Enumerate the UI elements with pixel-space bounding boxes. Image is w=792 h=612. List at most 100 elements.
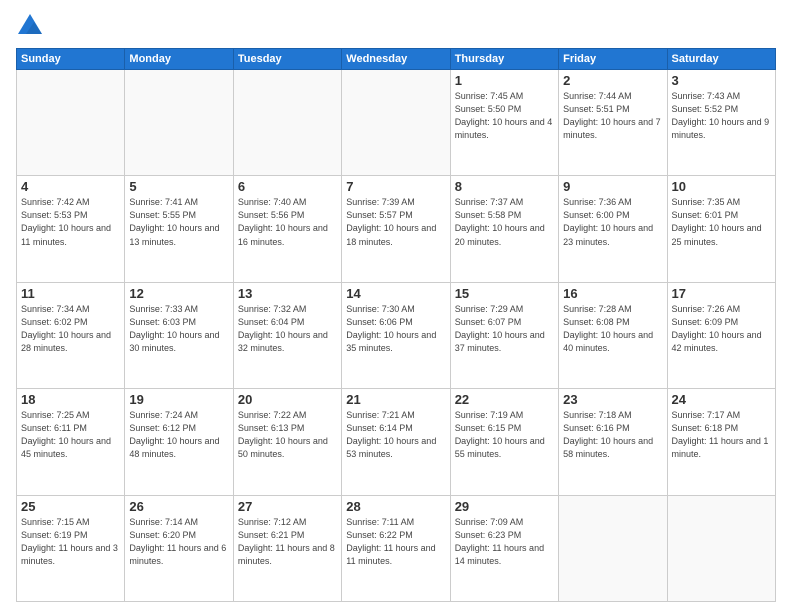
day-number: 19 bbox=[129, 392, 228, 407]
calendar-cell: 6 Sunrise: 7:40 AM Sunset: 5:56 PM Daylig… bbox=[233, 176, 341, 282]
day-info: Sunrise: 7:40 AM Sunset: 5:56 PM Dayligh… bbox=[238, 196, 337, 248]
day-number: 5 bbox=[129, 179, 228, 194]
weekday-header-wednesday: Wednesday bbox=[342, 49, 450, 70]
day-info: Sunrise: 7:22 AM Sunset: 6:13 PM Dayligh… bbox=[238, 409, 337, 461]
day-info: Sunrise: 7:32 AM Sunset: 6:04 PM Dayligh… bbox=[238, 303, 337, 355]
calendar-cell: 10 Sunrise: 7:35 AM Sunset: 6:01 PM Dayli… bbox=[667, 176, 775, 282]
day-number: 25 bbox=[21, 499, 120, 514]
calendar-cell: 11 Sunrise: 7:34 AM Sunset: 6:02 PM Dayli… bbox=[17, 282, 125, 388]
calendar-cell: 21 Sunrise: 7:21 AM Sunset: 6:14 PM Dayli… bbox=[342, 389, 450, 495]
page: SundayMondayTuesdayWednesdayThursdayFrid… bbox=[0, 0, 792, 612]
day-number: 9 bbox=[563, 179, 662, 194]
calendar-table: SundayMondayTuesdayWednesdayThursdayFrid… bbox=[16, 48, 776, 602]
day-number: 10 bbox=[672, 179, 771, 194]
day-info: Sunrise: 7:44 AM Sunset: 5:51 PM Dayligh… bbox=[563, 90, 662, 142]
calendar-week-4: 18 Sunrise: 7:25 AM Sunset: 6:11 PM Dayli… bbox=[17, 389, 776, 495]
calendar-cell: 2 Sunrise: 7:44 AM Sunset: 5:51 PM Daylig… bbox=[559, 70, 667, 176]
day-number: 1 bbox=[455, 73, 554, 88]
calendar-cell: 18 Sunrise: 7:25 AM Sunset: 6:11 PM Dayli… bbox=[17, 389, 125, 495]
weekday-header-sunday: Sunday bbox=[17, 49, 125, 70]
weekday-header-tuesday: Tuesday bbox=[233, 49, 341, 70]
calendar-cell: 4 Sunrise: 7:42 AM Sunset: 5:53 PM Daylig… bbox=[17, 176, 125, 282]
calendar-cell: 3Sunrise: 7:43 AM Sunset: 5:52 PM Daylig… bbox=[667, 70, 775, 176]
day-number: 7 bbox=[346, 179, 445, 194]
calendar-cell bbox=[667, 495, 775, 601]
header bbox=[16, 12, 776, 40]
calendar-cell: 12Sunrise: 7:33 AM Sunset: 6:03 PM Dayli… bbox=[125, 282, 233, 388]
day-number: 11 bbox=[21, 286, 120, 301]
day-number: 8 bbox=[455, 179, 554, 194]
day-number: 14 bbox=[346, 286, 445, 301]
day-info: Sunrise: 7:09 AM Sunset: 6:23 PM Dayligh… bbox=[455, 516, 554, 568]
logo-icon bbox=[16, 12, 44, 40]
calendar-cell bbox=[342, 70, 450, 176]
day-number: 13 bbox=[238, 286, 337, 301]
calendar-cell: 28 Sunrise: 7:11 AM Sunset: 6:22 PM Dayli… bbox=[342, 495, 450, 601]
day-number: 23 bbox=[563, 392, 662, 407]
day-number: 15 bbox=[455, 286, 554, 301]
calendar-cell: 14 Sunrise: 7:30 AM Sunset: 6:06 PM Dayli… bbox=[342, 282, 450, 388]
calendar-cell: 15Sunrise: 7:29 AM Sunset: 6:07 PM Dayli… bbox=[450, 282, 558, 388]
day-number: 29 bbox=[455, 499, 554, 514]
day-number: 21 bbox=[346, 392, 445, 407]
day-number: 16 bbox=[563, 286, 662, 301]
day-number: 26 bbox=[129, 499, 228, 514]
calendar-cell: 22 Sunrise: 7:19 AM Sunset: 6:15 PM Dayli… bbox=[450, 389, 558, 495]
day-number: 4 bbox=[21, 179, 120, 194]
day-info: Sunrise: 7:17 AM Sunset: 6:18 PM Dayligh… bbox=[672, 409, 771, 461]
calendar-cell: 27Sunrise: 7:12 AM Sunset: 6:21 PM Dayli… bbox=[233, 495, 341, 601]
day-info: Sunrise: 7:39 AM Sunset: 5:57 PM Dayligh… bbox=[346, 196, 445, 248]
calendar-week-2: 4 Sunrise: 7:42 AM Sunset: 5:53 PM Daylig… bbox=[17, 176, 776, 282]
day-info: Sunrise: 7:15 AM Sunset: 6:19 PM Dayligh… bbox=[21, 516, 120, 568]
day-info: Sunrise: 7:26 AM Sunset: 6:09 PM Dayligh… bbox=[672, 303, 771, 355]
calendar-cell: 23 Sunrise: 7:18 AM Sunset: 6:16 PM Dayli… bbox=[559, 389, 667, 495]
calendar-cell bbox=[559, 495, 667, 601]
day-number: 6 bbox=[238, 179, 337, 194]
day-info: Sunrise: 7:21 AM Sunset: 6:14 PM Dayligh… bbox=[346, 409, 445, 461]
day-info: Sunrise: 7:19 AM Sunset: 6:15 PM Dayligh… bbox=[455, 409, 554, 461]
day-number: 24 bbox=[672, 392, 771, 407]
day-info: Sunrise: 7:28 AM Sunset: 6:08 PM Dayligh… bbox=[563, 303, 662, 355]
day-info: Sunrise: 7:37 AM Sunset: 5:58 PM Dayligh… bbox=[455, 196, 554, 248]
calendar-cell: 9 Sunrise: 7:36 AM Sunset: 6:00 PM Daylig… bbox=[559, 176, 667, 282]
day-info: Sunrise: 7:42 AM Sunset: 5:53 PM Dayligh… bbox=[21, 196, 120, 248]
day-info: Sunrise: 7:41 AM Sunset: 5:55 PM Dayligh… bbox=[129, 196, 228, 248]
day-number: 2 bbox=[563, 73, 662, 88]
day-number: 22 bbox=[455, 392, 554, 407]
day-number: 18 bbox=[21, 392, 120, 407]
calendar-cell: 8 Sunrise: 7:37 AM Sunset: 5:58 PM Daylig… bbox=[450, 176, 558, 282]
day-info: Sunrise: 7:33 AM Sunset: 6:03 PM Dayligh… bbox=[129, 303, 228, 355]
day-info: Sunrise: 7:34 AM Sunset: 6:02 PM Dayligh… bbox=[21, 303, 120, 355]
calendar-cell: 1 Sunrise: 7:45 AM Sunset: 5:50 PM Daylig… bbox=[450, 70, 558, 176]
calendar-cell bbox=[125, 70, 233, 176]
day-info: Sunrise: 7:45 AM Sunset: 5:50 PM Dayligh… bbox=[455, 90, 554, 142]
day-info: Sunrise: 7:30 AM Sunset: 6:06 PM Dayligh… bbox=[346, 303, 445, 355]
weekday-header-saturday: Saturday bbox=[667, 49, 775, 70]
day-info: Sunrise: 7:35 AM Sunset: 6:01 PM Dayligh… bbox=[672, 196, 771, 248]
logo bbox=[16, 12, 48, 40]
calendar-cell: 29 Sunrise: 7:09 AM Sunset: 6:23 PM Dayli… bbox=[450, 495, 558, 601]
calendar-cell: 16 Sunrise: 7:28 AM Sunset: 6:08 PM Dayli… bbox=[559, 282, 667, 388]
calendar-week-3: 11 Sunrise: 7:34 AM Sunset: 6:02 PM Dayli… bbox=[17, 282, 776, 388]
calendar-cell: 19Sunrise: 7:24 AM Sunset: 6:12 PM Dayli… bbox=[125, 389, 233, 495]
day-info: Sunrise: 7:18 AM Sunset: 6:16 PM Dayligh… bbox=[563, 409, 662, 461]
calendar-cell bbox=[233, 70, 341, 176]
calendar-week-5: 25 Sunrise: 7:15 AM Sunset: 6:19 PM Dayli… bbox=[17, 495, 776, 601]
weekday-header-friday: Friday bbox=[559, 49, 667, 70]
day-info: Sunrise: 7:14 AM Sunset: 6:20 PM Dayligh… bbox=[129, 516, 228, 568]
day-number: 28 bbox=[346, 499, 445, 514]
calendar-cell bbox=[17, 70, 125, 176]
calendar-cell: 20 Sunrise: 7:22 AM Sunset: 6:13 PM Dayli… bbox=[233, 389, 341, 495]
calendar-cell: 26 Sunrise: 7:14 AM Sunset: 6:20 PM Dayli… bbox=[125, 495, 233, 601]
calendar-cell: 24 Sunrise: 7:17 AM Sunset: 6:18 PM Dayli… bbox=[667, 389, 775, 495]
weekday-header-monday: Monday bbox=[125, 49, 233, 70]
weekday-header-row: SundayMondayTuesdayWednesdayThursdayFrid… bbox=[17, 49, 776, 70]
calendar-cell: 25 Sunrise: 7:15 AM Sunset: 6:19 PM Dayli… bbox=[17, 495, 125, 601]
calendar-cell: 13 Sunrise: 7:32 AM Sunset: 6:04 PM Dayli… bbox=[233, 282, 341, 388]
day-number: 20 bbox=[238, 392, 337, 407]
day-info: Sunrise: 7:25 AM Sunset: 6:11 PM Dayligh… bbox=[21, 409, 120, 461]
day-info: Sunrise: 7:36 AM Sunset: 6:00 PM Dayligh… bbox=[563, 196, 662, 248]
weekday-header-thursday: Thursday bbox=[450, 49, 558, 70]
calendar-cell: 7 Sunrise: 7:39 AM Sunset: 5:57 PM Daylig… bbox=[342, 176, 450, 282]
day-info: Sunrise: 7:11 AM Sunset: 6:22 PM Dayligh… bbox=[346, 516, 445, 568]
